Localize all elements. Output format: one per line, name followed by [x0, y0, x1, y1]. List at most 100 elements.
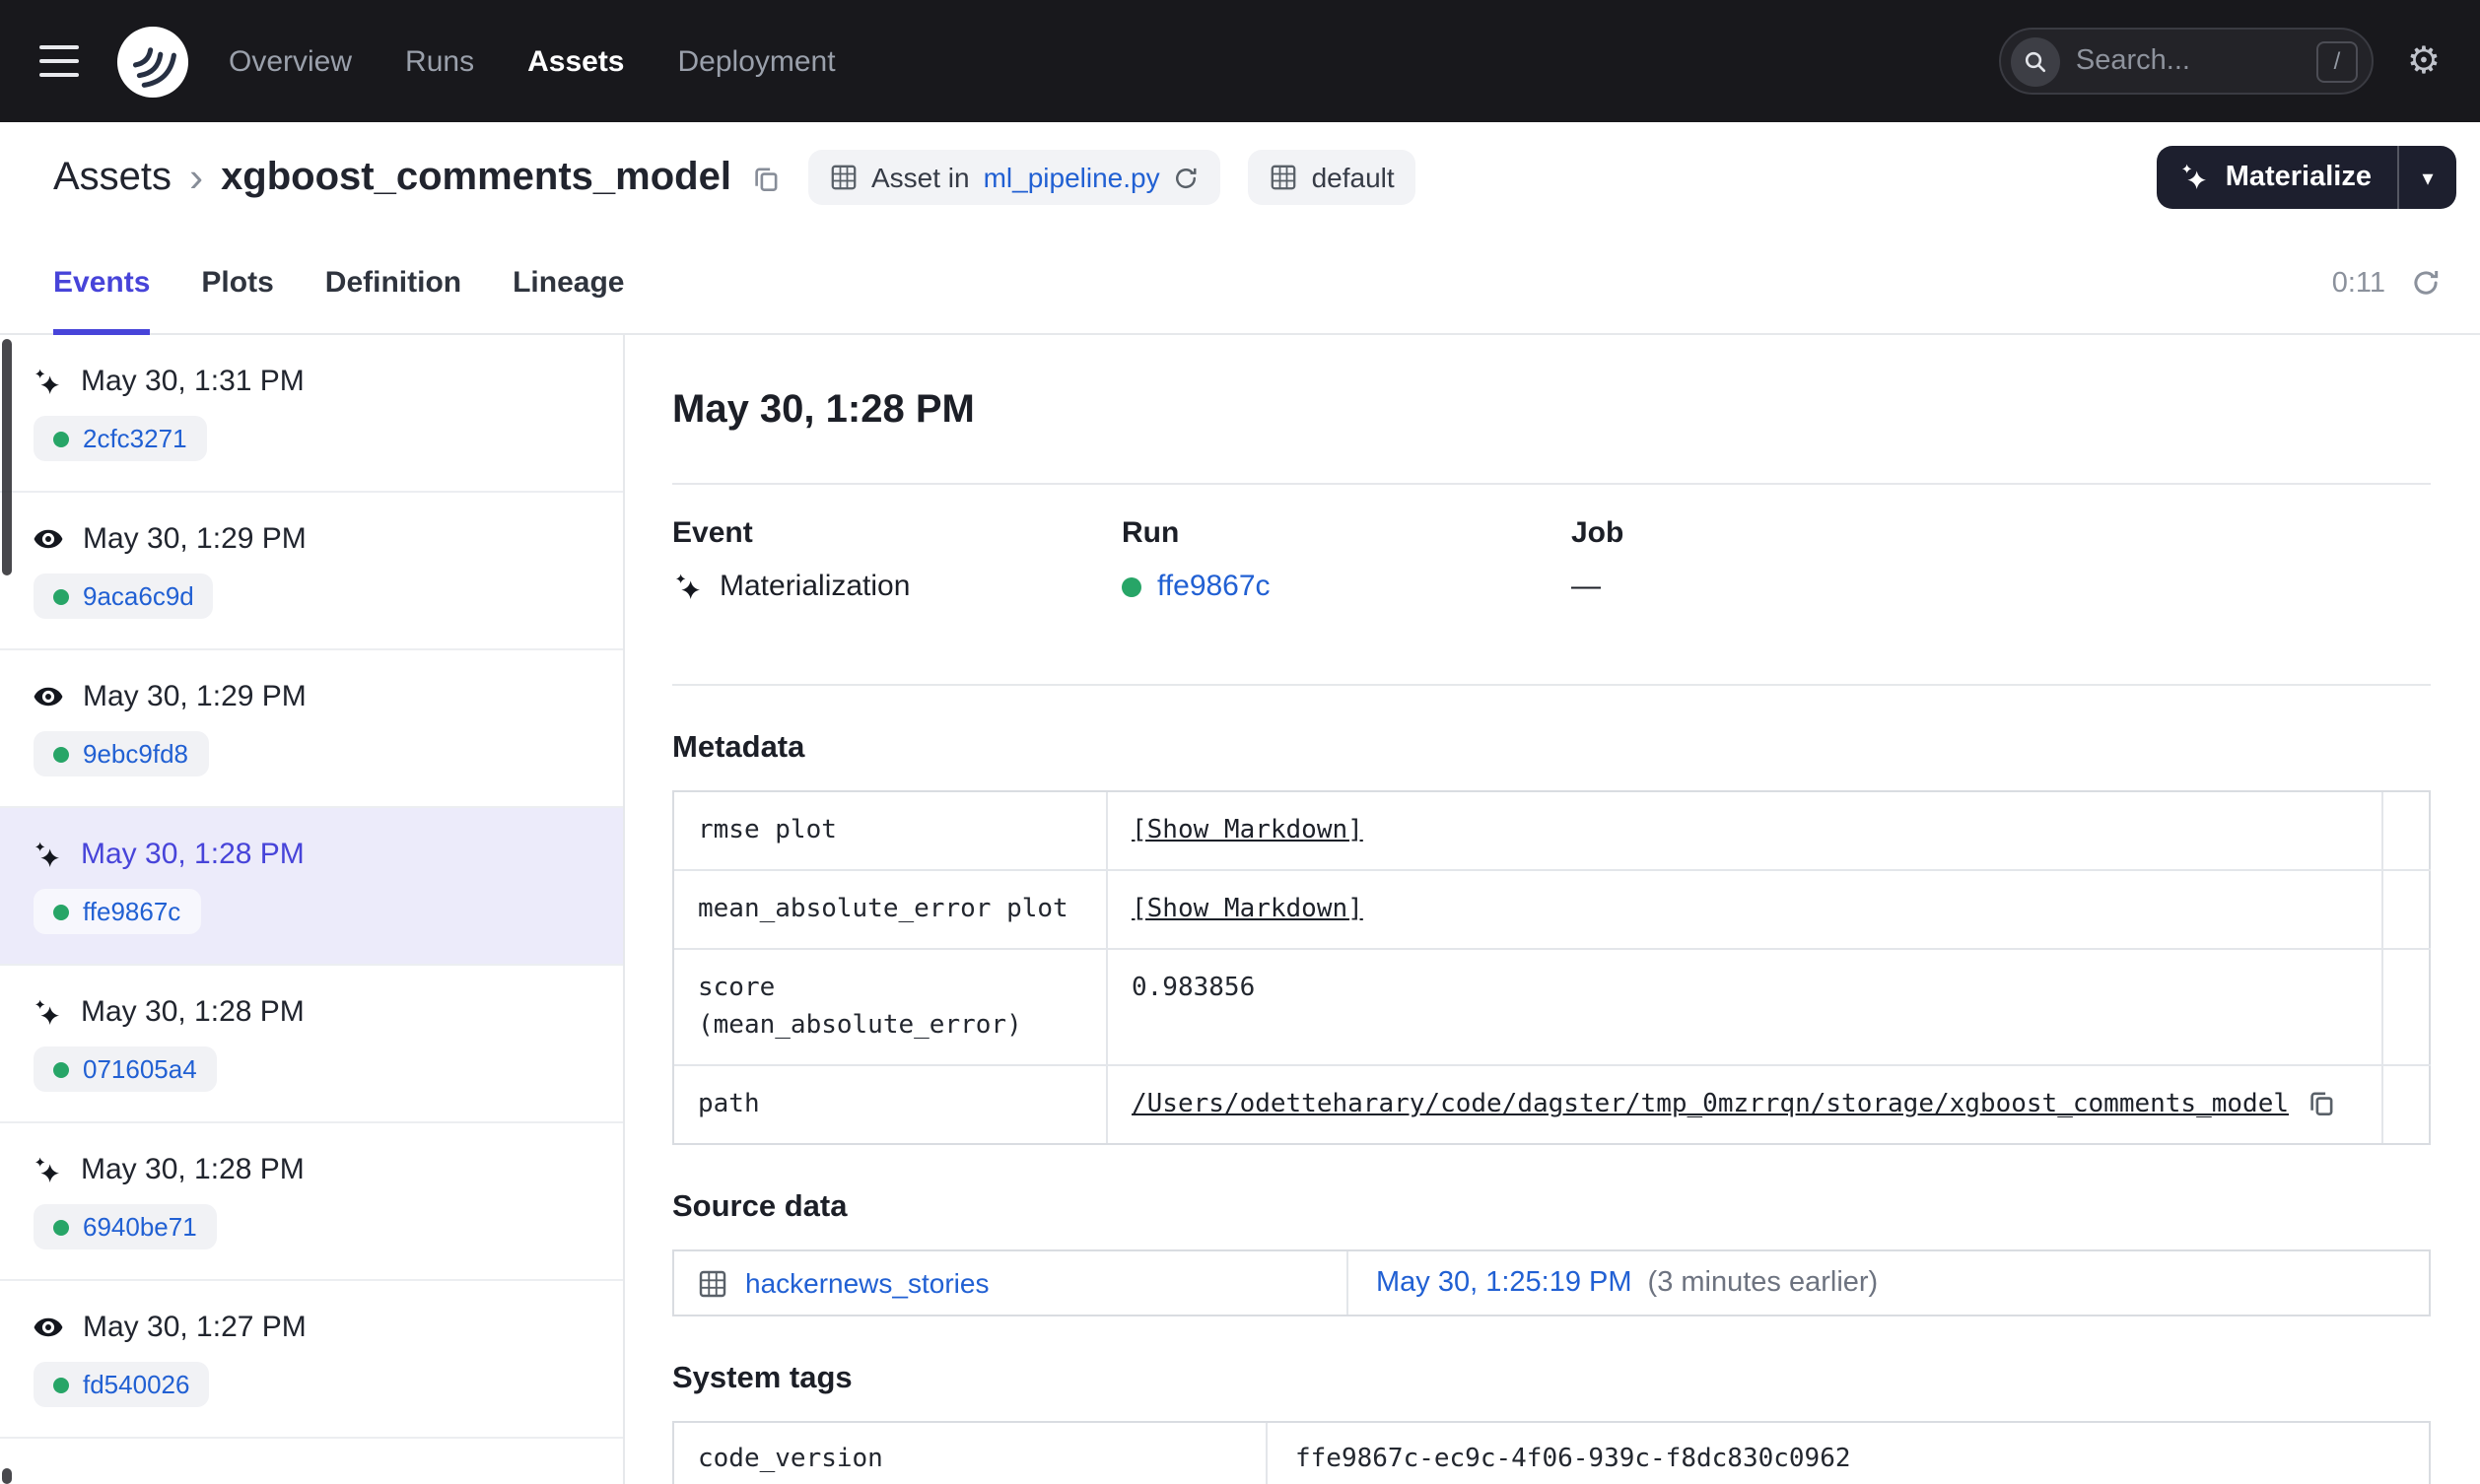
- run-id-pill[interactable]: 9aca6c9d: [34, 573, 214, 619]
- table-grid-icon: [1271, 164, 1298, 191]
- materialization-icon: [32, 996, 63, 1028]
- run-status-dot: [53, 431, 69, 446]
- sparkle-icon: [2181, 164, 2206, 189]
- run-id-link[interactable]: ffe9867c: [1157, 568, 1271, 605]
- run-id-pill[interactable]: 2cfc3271: [34, 416, 207, 461]
- materialize-dropdown-caret[interactable]: ▾: [2397, 146, 2456, 209]
- system-tag-key: code_version: [674, 1423, 1268, 1484]
- event-time: May 30, 1:29 PM: [83, 522, 307, 556]
- event-time: May 30, 1:27 PM: [83, 1311, 307, 1344]
- event-list-item[interactable]: May 30, 1:29 PM 9ebc9fd8: [0, 650, 623, 808]
- tab-plots[interactable]: Plots: [201, 233, 273, 333]
- run-id-pill[interactable]: 9ebc9fd8: [34, 731, 208, 776]
- run-label: Run: [1122, 516, 1180, 550]
- primary-nav: Overview Runs Assets Deployment: [229, 44, 836, 78]
- asset-tabs: Events Plots Definition Lineage: [53, 233, 624, 335]
- page-title: xgboost_comments_model: [221, 155, 731, 198]
- metadata-action-cell: [2381, 948, 2431, 1064]
- event-list-item[interactable]: May 30, 1:28 PM 6940be71: [0, 1123, 623, 1281]
- observation-icon: [32, 1311, 65, 1344]
- metadata-value: /Users/odetteharary/code/dagster/tmp_0mz…: [1108, 1064, 2381, 1143]
- run-id: 071605a4: [83, 1054, 197, 1084]
- default-group-label: default: [1311, 162, 1395, 193]
- summary-event: Event Materialization: [672, 514, 1122, 605]
- nav-deployment[interactable]: Deployment: [678, 44, 836, 78]
- metadata-table: rmse plot [Show Markdown] mean_absolute_…: [672, 790, 2431, 1145]
- run-id-pill[interactable]: 6940be71: [34, 1204, 217, 1249]
- run-status-dot: [53, 904, 69, 919]
- sidebar-scrollbar-thumb[interactable]: [2, 1468, 12, 1484]
- run-status-dot: [53, 1377, 69, 1392]
- tab-events[interactable]: Events: [53, 233, 151, 335]
- event-list-item[interactable]: May 30, 1:31 PM 2cfc3271: [0, 335, 623, 493]
- run-status-dot: [53, 746, 69, 762]
- event-list-item-selected[interactable]: May 30, 1:28 PM ffe9867c: [0, 808, 623, 966]
- pipeline-file-link[interactable]: ml_pipeline.py: [984, 162, 1160, 193]
- storage-path-link[interactable]: /Users/odetteharary/code/dagster/tmp_0mz…: [1132, 1086, 2289, 1123]
- asset-group-default-tag[interactable]: default: [1248, 150, 1416, 205]
- metadata-value: [Show Markdown]: [1108, 869, 2381, 948]
- event-list-item[interactable]: May 30, 1:28 PM 071605a4: [0, 966, 623, 1123]
- event-list: May 30, 1:31 PM 2cfc3271 May 30, 1:29 PM…: [0, 335, 625, 1484]
- metadata-key: path: [674, 1064, 1108, 1143]
- system-tag-row: code_version ffe9867c-ec9c-4f06-939c-f8d…: [674, 1423, 2429, 1484]
- metadata-value: [Show Markdown]: [1108, 792, 2381, 869]
- sidebar-scrollbar-thumb[interactable]: [2, 339, 12, 575]
- reload-code-icon[interactable]: [1174, 165, 1200, 190]
- source-time-note: (3 minutes earlier): [1647, 1267, 1879, 1299]
- materialization-icon: [32, 1154, 63, 1185]
- materialization-icon: [676, 573, 700, 598]
- run-status-dot: [53, 1219, 69, 1235]
- materialization-icon: [32, 839, 63, 870]
- copy-path-icon[interactable]: [2307, 1088, 2336, 1117]
- system-tags-heading: System tags: [672, 1362, 853, 1395]
- event-time: May 30, 1:28 PM: [81, 1153, 305, 1186]
- refresh-icon[interactable]: [2411, 268, 2441, 298]
- source-asset-link[interactable]: hackernews_stories: [745, 1267, 989, 1299]
- source-materialization-time-link[interactable]: May 30, 1:25:19 PM: [1376, 1267, 1632, 1299]
- run-id-pill[interactable]: ffe9867c: [34, 889, 201, 934]
- asset-group-tag[interactable]: Asset in ml_pipeline.py: [807, 150, 1221, 205]
- table-grid-icon: [698, 1268, 727, 1298]
- event-time: May 30, 1:28 PM: [81, 838, 305, 871]
- search-box[interactable]: /: [1998, 28, 2374, 95]
- nav-assets[interactable]: Assets: [527, 44, 624, 78]
- event-time: May 30, 1:29 PM: [83, 680, 307, 713]
- breadcrumb-assets-link[interactable]: Assets: [53, 155, 172, 200]
- search-input[interactable]: [2075, 45, 2301, 77]
- metadata-action-cell: [2381, 869, 2431, 948]
- metadata-key: mean_absolute_error plot: [674, 869, 1108, 948]
- show-markdown-link[interactable]: [Show Markdown]: [1132, 895, 1363, 924]
- metadata-heading: Metadata: [672, 731, 805, 765]
- nav-runs[interactable]: Runs: [405, 44, 474, 78]
- metadata-action-cell: [2381, 792, 2431, 869]
- event-list-item[interactable]: May 30, 1:29 PM 9aca6c9d: [0, 493, 623, 650]
- event-detail: May 30, 1:28 PM Event Materialization Ru…: [625, 335, 2480, 1484]
- materialize-button[interactable]: Materialize: [2157, 146, 2397, 209]
- metadata-action-cell: [2381, 1064, 2431, 1143]
- tab-lineage[interactable]: Lineage: [513, 233, 624, 333]
- dagster-logo-icon: [116, 25, 189, 98]
- nav-overview[interactable]: Overview: [229, 44, 352, 78]
- run-id-pill[interactable]: 071605a4: [34, 1046, 217, 1092]
- run-id: 9aca6c9d: [83, 581, 194, 611]
- metadata-key: score (mean_absolute_error): [674, 948, 1108, 1064]
- summary-run: Run ffe9867c: [1122, 514, 1571, 605]
- score-value: 0.983856: [1132, 974, 1256, 1003]
- source-data-table: hackernews_stories May 30, 1:25:19 PM (3…: [672, 1249, 2431, 1316]
- run-status-dot: [1122, 576, 1141, 596]
- tab-definition[interactable]: Definition: [325, 233, 461, 333]
- show-markdown-link[interactable]: [Show Markdown]: [1132, 816, 1363, 845]
- menu-icon[interactable]: [35, 41, 83, 80]
- event-list-item[interactable]: May 30, 1:27 PM fd540026: [0, 1281, 623, 1439]
- settings-gear-icon[interactable]: ⚙︎: [2407, 42, 2441, 80]
- refresh-status: 0:11: [2332, 267, 2441, 299]
- copy-asset-name-icon[interactable]: [751, 163, 781, 192]
- dagster-logo[interactable]: [116, 25, 189, 98]
- metadata-value: 0.983856: [1108, 948, 2381, 1064]
- run-id-pill[interactable]: fd540026: [34, 1362, 210, 1407]
- job-value: —: [1571, 570, 1601, 603]
- event-detail-title: May 30, 1:28 PM: [672, 388, 975, 432]
- run-id: fd540026: [83, 1370, 190, 1399]
- materialize-label: Materialize: [2225, 162, 2372, 193]
